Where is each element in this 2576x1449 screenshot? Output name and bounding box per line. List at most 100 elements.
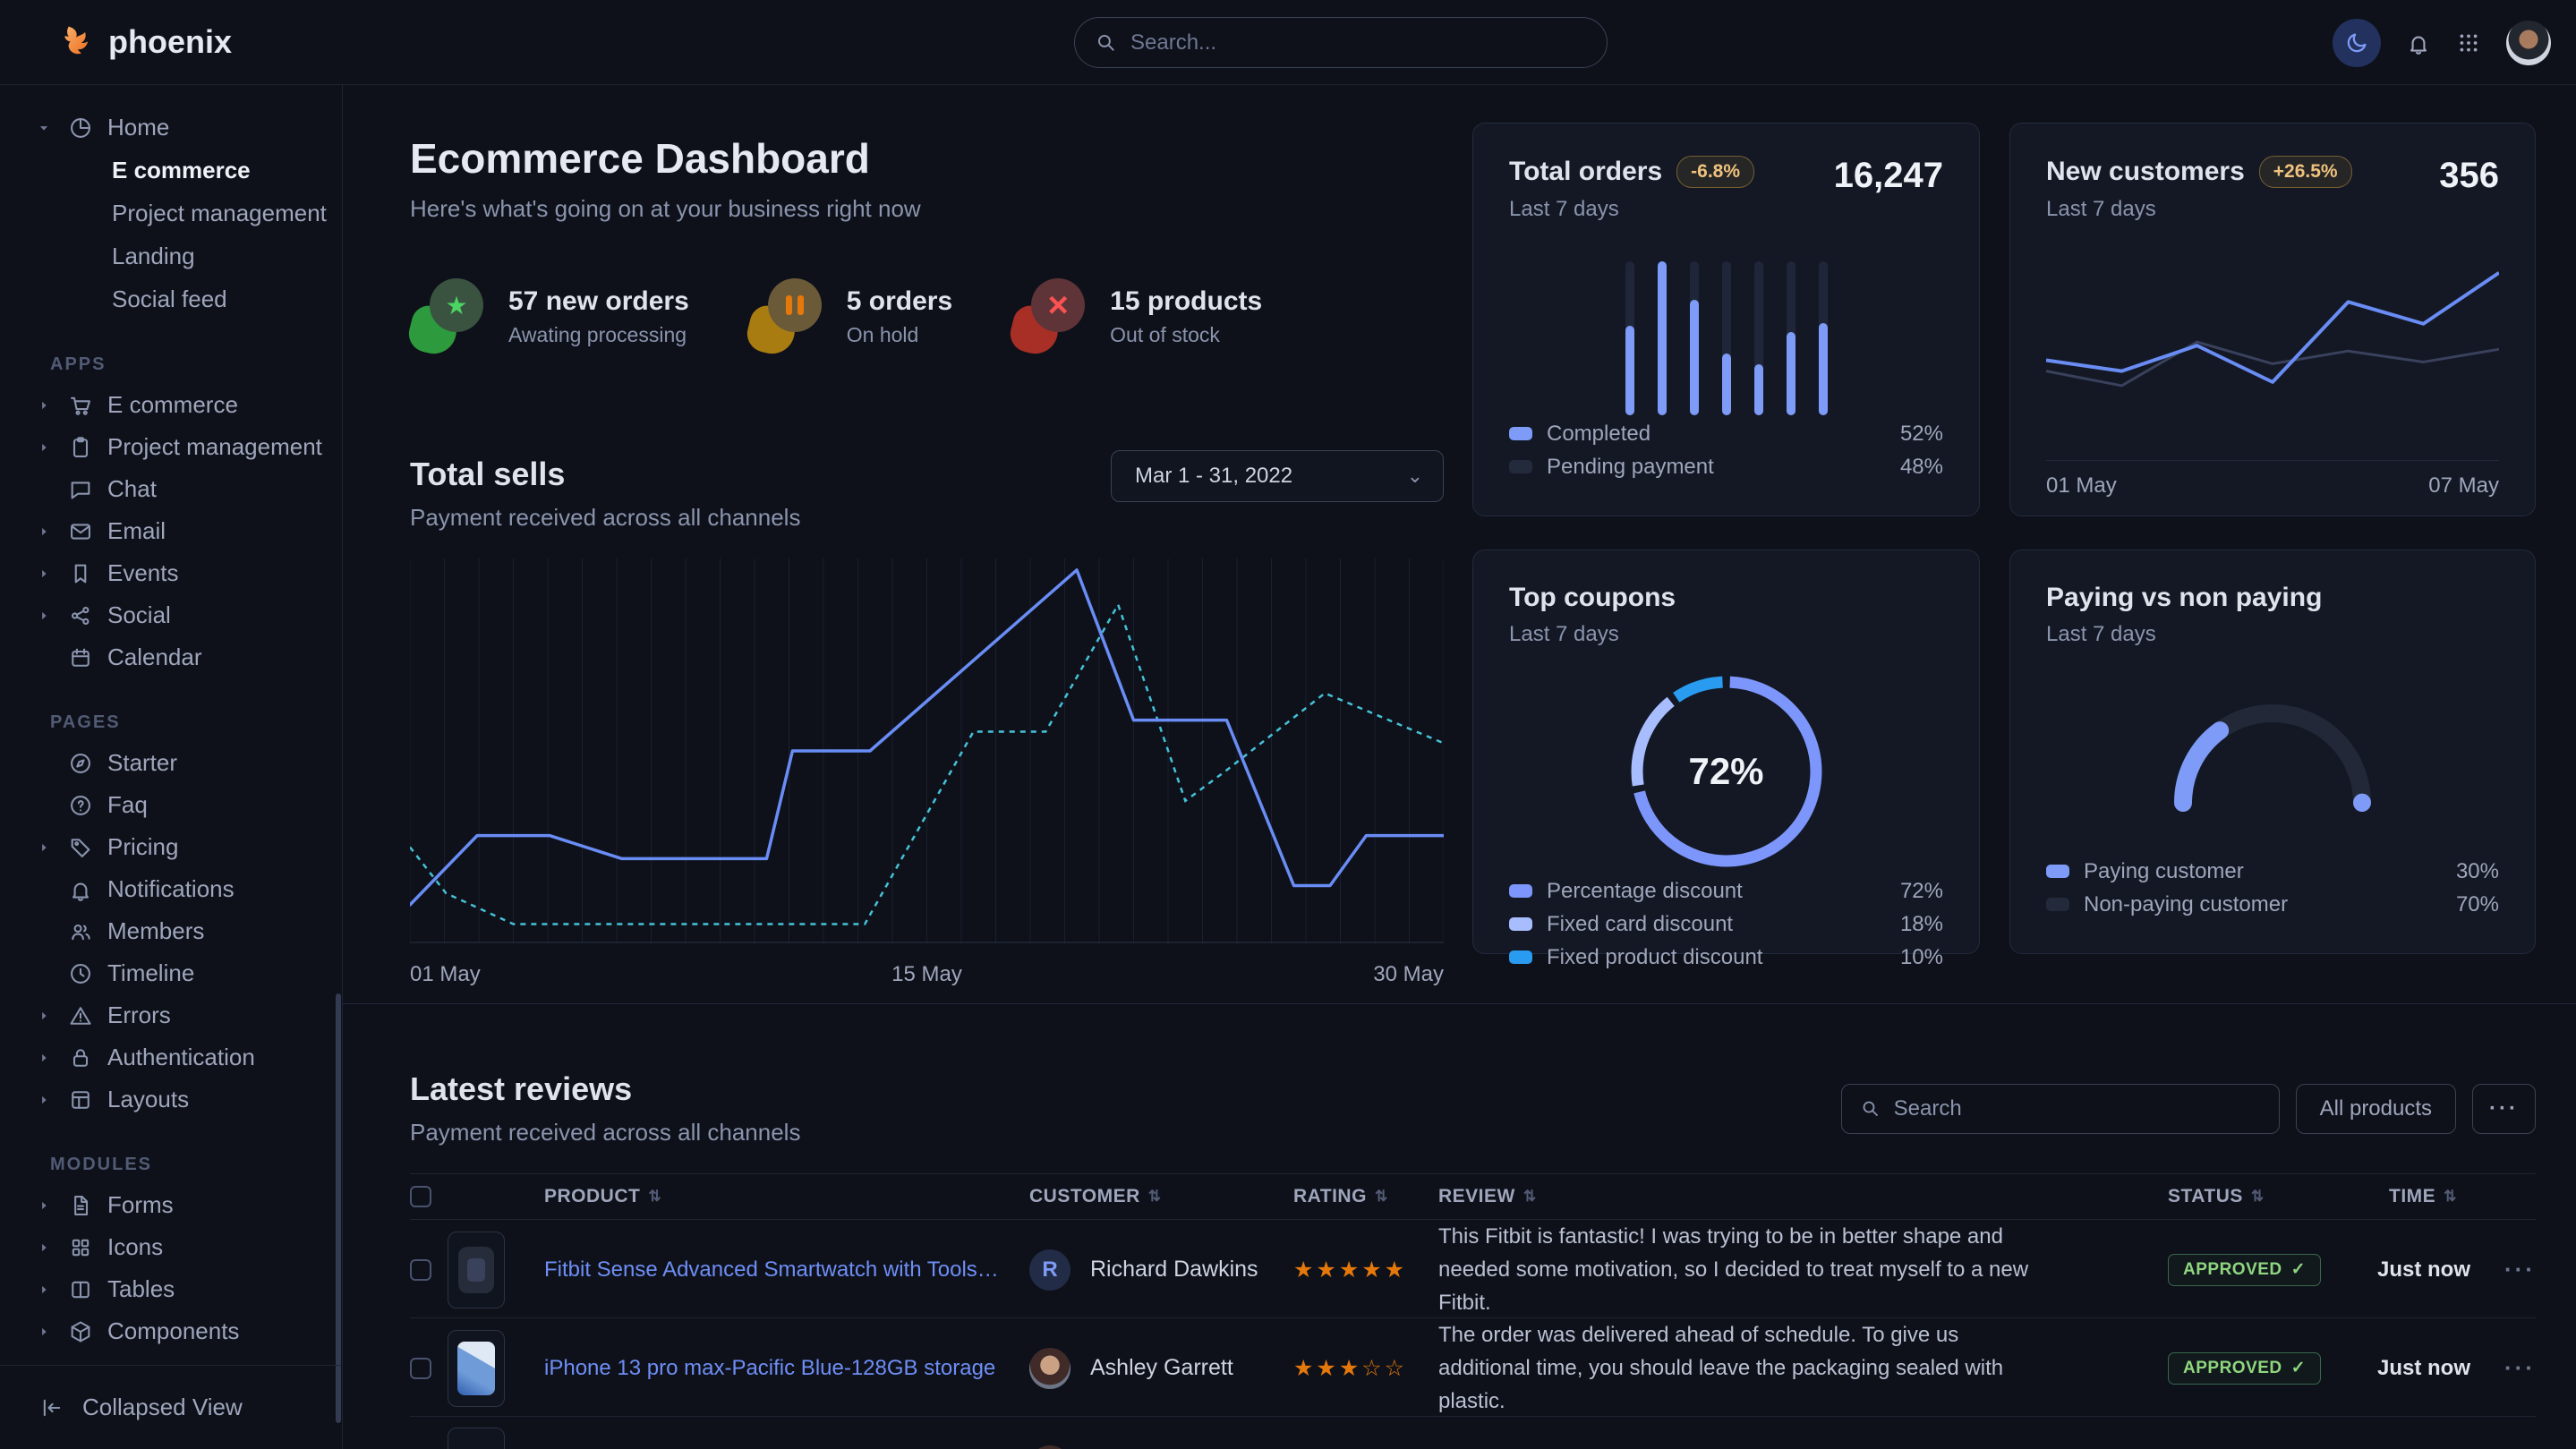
sidebar-item-project-management-app[interactable]: Project management: [0, 426, 342, 468]
stat-out-of-stock: × 15 productsOut of stock: [1011, 278, 1262, 355]
sort-icon: ⇅: [2444, 1188, 2457, 1206]
sidebar-item-home[interactable]: Home: [0, 107, 342, 149]
all-products-filter-button[interactable]: All products: [2296, 1084, 2456, 1134]
more-options-button[interactable]: ···: [2472, 1084, 2536, 1134]
column-header-product[interactable]: PRODUCT⇅: [533, 1186, 1029, 1207]
brand-name: phoenix: [108, 23, 232, 61]
sidebar-item-calendar[interactable]: Calendar: [0, 636, 342, 678]
compass-icon: [68, 751, 93, 776]
theme-toggle-button[interactable]: [2333, 19, 2381, 67]
bookmark-icon: [68, 561, 93, 586]
total-orders-value: 16,247: [1834, 156, 1943, 196]
file-icon: [68, 1193, 93, 1218]
row-actions-button[interactable]: ···: [2486, 1256, 2536, 1283]
global-search-input[interactable]: [1074, 17, 1608, 68]
table-row: iPhone 13 pro max-Pacific Blue-128GB sto…: [410, 1318, 2536, 1417]
customer-cell[interactable]: Ashley Garrett: [1029, 1348, 1293, 1389]
table-row: Fitbit Sense Advanced Smartwatch with To…: [410, 1220, 2536, 1318]
sort-icon: ⇅: [1523, 1188, 1537, 1206]
sidebar-scrollbar[interactable]: [336, 993, 341, 1423]
clock-icon: [68, 961, 93, 986]
new-customers-card: New customers +26.5% Last 7 days 356 01 …: [2009, 123, 2536, 516]
brand-logo[interactable]: phoenix: [56, 22, 232, 62]
column-header-review[interactable]: REVIEW⇅: [1438, 1186, 2168, 1207]
tag-icon: [68, 835, 93, 860]
review-text: The order was delivered ahead of schedul…: [1438, 1318, 2168, 1418]
trend-badge: +26.5%: [2259, 156, 2352, 188]
current-line: [2046, 273, 2499, 382]
sidebar-item-chat[interactable]: Chat: [0, 468, 342, 510]
legend-row: Completed52%: [1509, 417, 1943, 450]
row-checkbox[interactable]: [410, 1358, 431, 1379]
customer-cell[interactable]: RRichard Dawkins: [1029, 1249, 1293, 1291]
sidebar-item-tables[interactable]: Tables: [0, 1268, 342, 1310]
sidebar-item-social[interactable]: Social: [0, 594, 342, 636]
select-all-checkbox[interactable]: [410, 1186, 431, 1207]
legend-row: Percentage discount72%: [1509, 874, 1943, 908]
caret-right-icon: [36, 1324, 54, 1340]
stat-orders-on-hold: 5 ordersOn hold: [748, 278, 952, 355]
sidebar-item-icons[interactable]: Icons: [0, 1226, 342, 1268]
sidebar-item-social-feed[interactable]: Social feed: [0, 277, 342, 320]
product-link[interactable]: Fitbit Sense Advanced Smartwatch with To…: [533, 1257, 1029, 1283]
sort-icon: ⇅: [648, 1188, 661, 1206]
x-icon: ×: [1031, 278, 1085, 332]
layout-icon: [68, 1087, 93, 1112]
caret-right-icon: [36, 524, 54, 540]
notifications-bell-icon[interactable]: [2406, 30, 2431, 55]
sidebar-item-pricing[interactable]: Pricing: [0, 826, 342, 868]
column-header-time[interactable]: TIME⇅: [2376, 1186, 2486, 1207]
users-icon: [68, 919, 93, 944]
column-header-status[interactable]: STATUS⇅: [2168, 1186, 2376, 1207]
row-checkbox[interactable]: [410, 1259, 431, 1281]
sidebar-item-authentication[interactable]: Authentication: [0, 1036, 342, 1078]
search-icon: [1859, 1097, 1881, 1119]
product-thumbnail[interactable]: [448, 1428, 505, 1449]
product-thumbnail-iphone[interactable]: [448, 1330, 505, 1407]
reviews-search-input[interactable]: [1841, 1084, 2280, 1134]
caret-right-icon: [36, 1282, 54, 1298]
chevron-down-icon: ⌄: [1407, 465, 1423, 488]
caret-right-icon: [36, 1008, 54, 1024]
share-icon: [68, 603, 93, 628]
sidebar-item-forms[interactable]: Forms: [0, 1184, 342, 1226]
sidebar-item-timeline[interactable]: Timeline: [0, 952, 342, 994]
sidebar-item-errors[interactable]: Errors: [0, 994, 342, 1036]
sidebar-item-components[interactable]: Components: [0, 1310, 342, 1352]
chat-icon: [68, 477, 93, 502]
total-sells-subtitle: Payment received across all channels: [410, 504, 1444, 532]
stat-new-orders: ★ 57 new ordersAwating processing: [410, 278, 689, 355]
x-axis-label: 30 May: [1373, 962, 1444, 987]
sidebar-item-faq[interactable]: Faq: [0, 784, 342, 826]
date-range-select[interactable]: Mar 1 - 31, 2022 ⌄: [1111, 450, 1444, 502]
sidebar-section-modules: MODULES: [50, 1155, 342, 1175]
envelope-icon: [68, 519, 93, 544]
sidebar-item-ecommerce-app[interactable]: E commerce: [0, 384, 342, 426]
sidebar-item-layouts[interactable]: Layouts: [0, 1078, 342, 1121]
total-sells-chart: 01 May 15 May 30 May: [410, 558, 1444, 987]
apps-grid-icon[interactable]: [2456, 30, 2481, 55]
product-link[interactable]: iPhone 13 pro max-Pacific Blue-128GB sto…: [533, 1356, 1029, 1381]
sidebar-item-email[interactable]: Email: [0, 510, 342, 552]
collapsed-view-toggle[interactable]: Collapsed View: [0, 1365, 342, 1449]
x-axis-label: 07 May: [2428, 473, 2499, 499]
sidebar-item-events[interactable]: Events: [0, 552, 342, 594]
caret-right-icon: [36, 397, 54, 413]
sidebar-item-notifications[interactable]: Notifications: [0, 868, 342, 910]
user-avatar[interactable]: [2506, 21, 2551, 65]
product-thumbnail-fitbit[interactable]: [448, 1232, 505, 1308]
star-icon: ★: [430, 278, 483, 332]
sidebar-item-landing[interactable]: Landing: [0, 234, 342, 277]
sidebar-item-e-commerce-dashboard[interactable]: E commerce: [0, 149, 342, 192]
latest-reviews-subtitle: Payment received across all channels: [410, 1119, 800, 1146]
cart-icon: [68, 393, 93, 418]
sidebar-item-members[interactable]: Members: [0, 910, 342, 952]
bell-icon: [68, 877, 93, 902]
sidebar-item-starter[interactable]: Starter: [0, 742, 342, 784]
top-coupons-card: Top coupons Last 7 days 72% Percentage d…: [1472, 550, 1980, 954]
column-header-rating[interactable]: RATING⇅: [1293, 1186, 1438, 1207]
legend-row: Fixed card discount18%: [1509, 908, 1943, 941]
sidebar-item-project-management-dashboard[interactable]: Project management: [0, 192, 342, 234]
column-header-customer[interactable]: CUSTOMER⇅: [1029, 1186, 1293, 1207]
row-actions-button[interactable]: ···: [2486, 1354, 2536, 1382]
